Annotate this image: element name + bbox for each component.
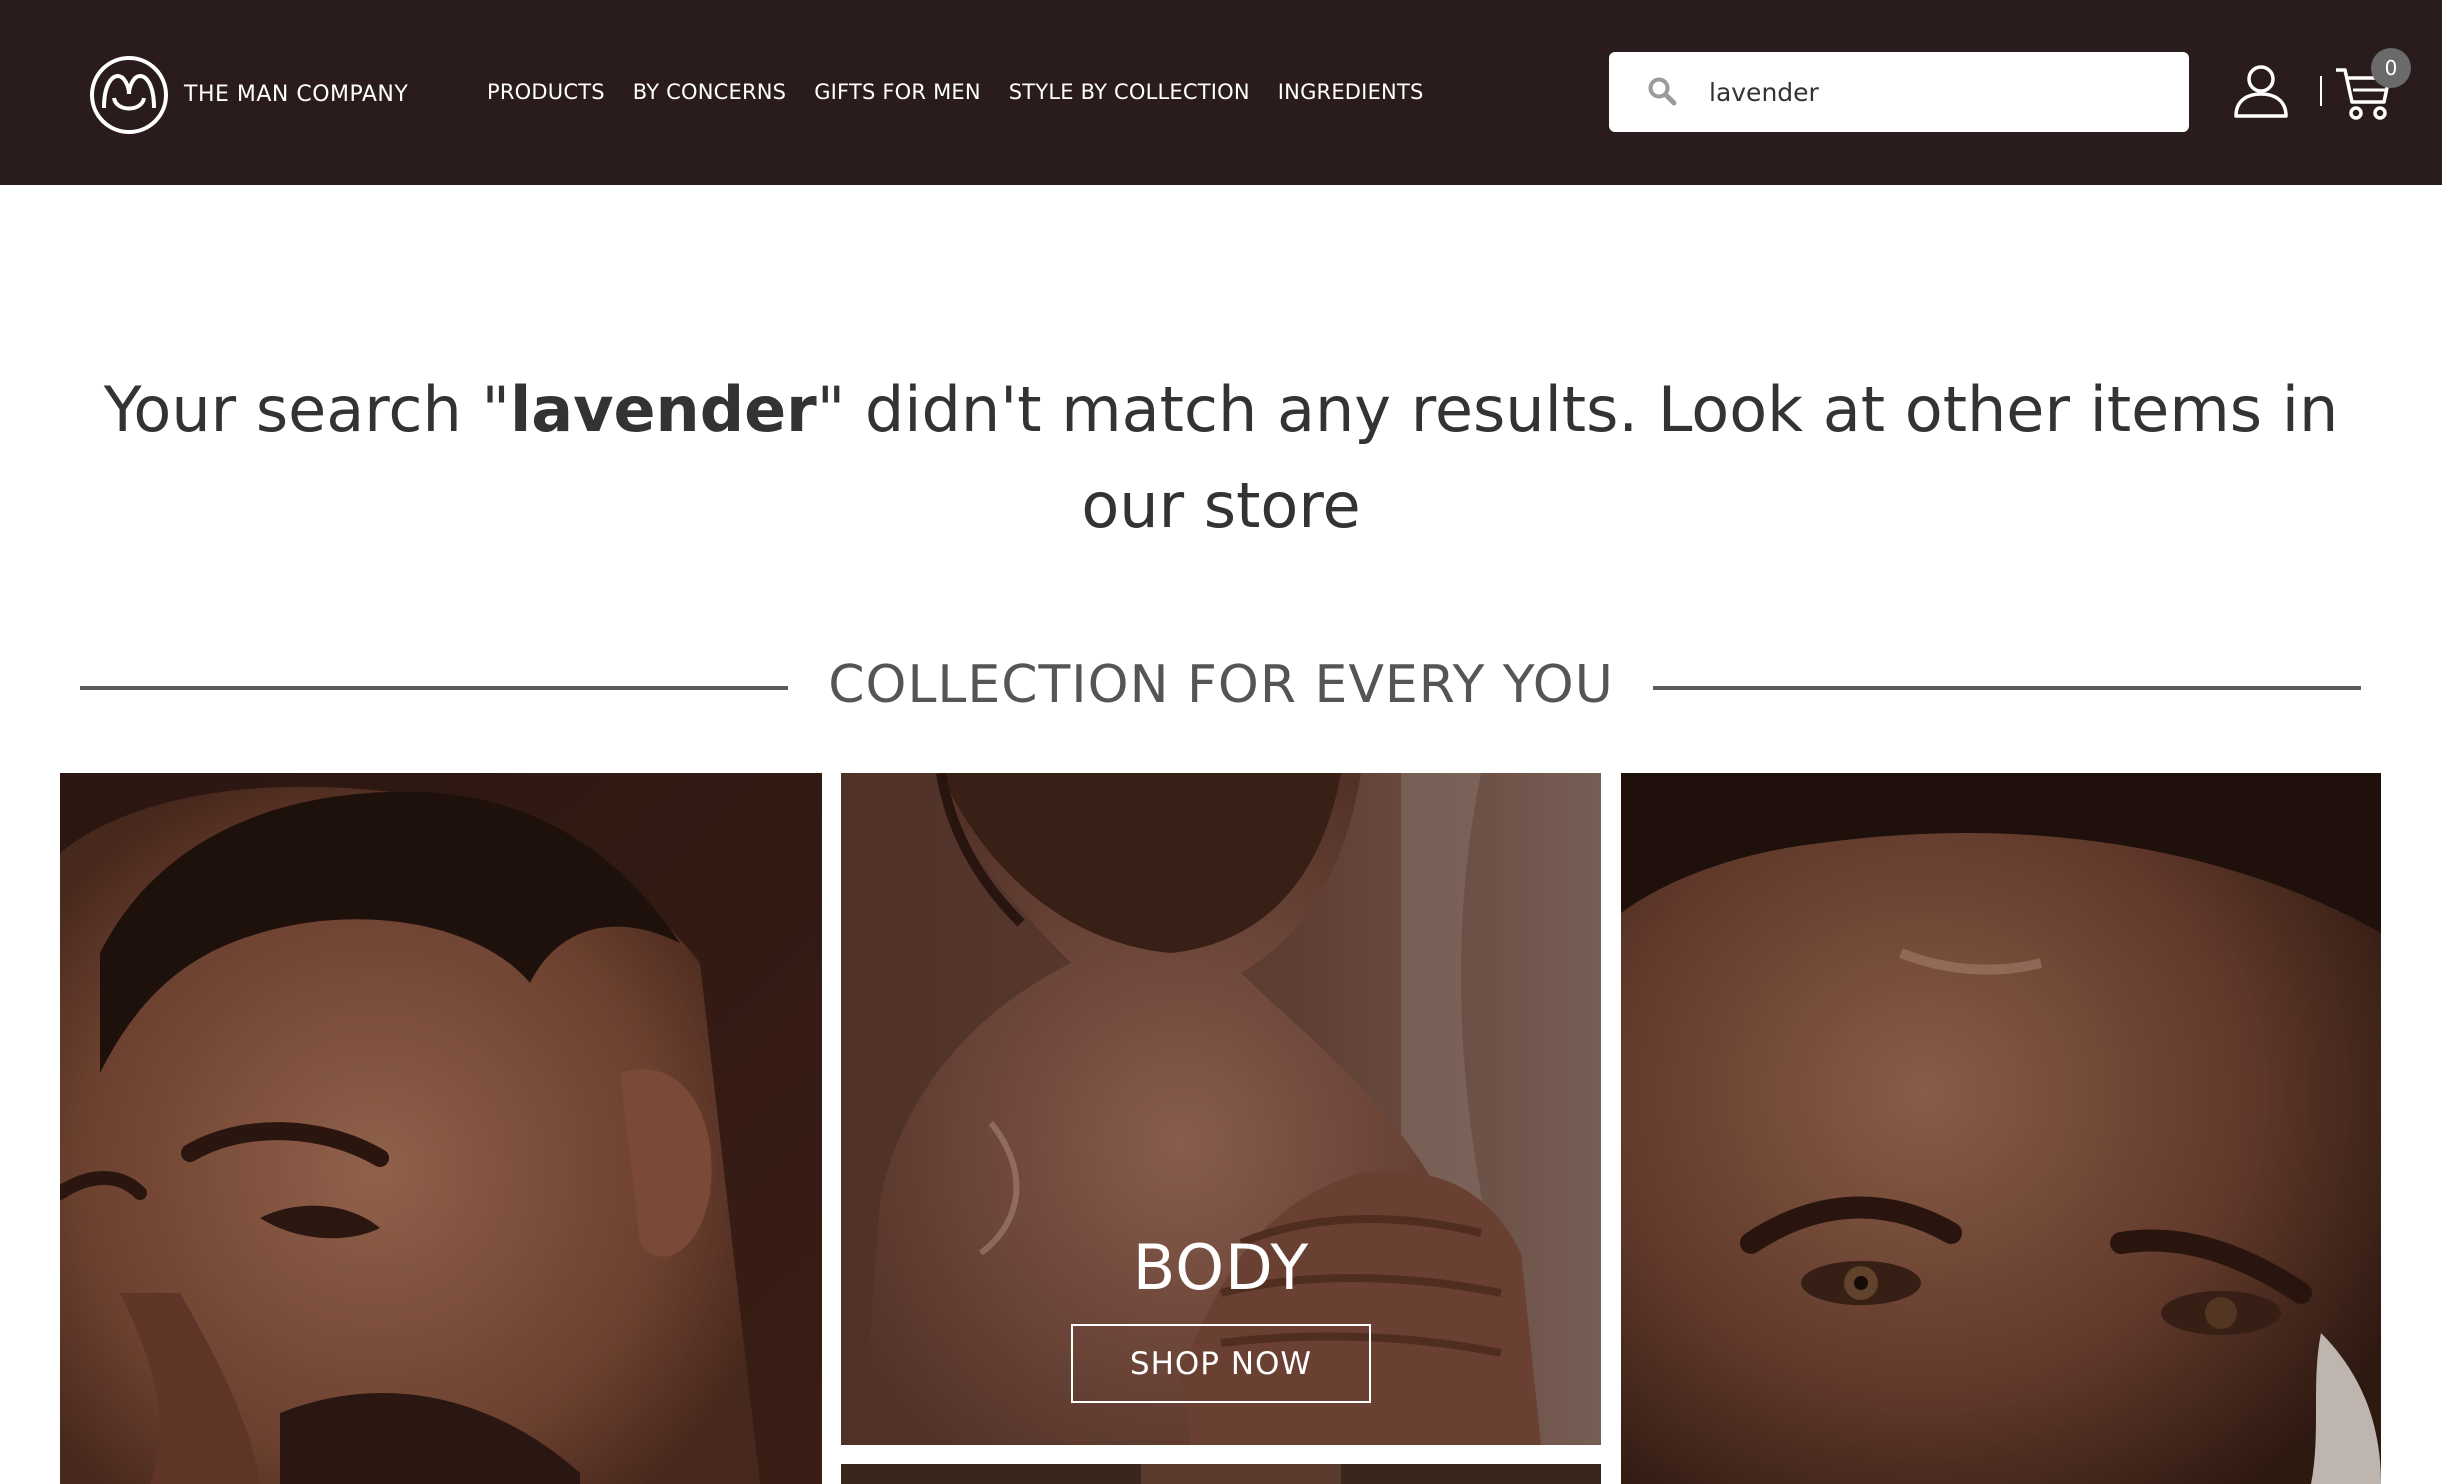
- brand-name[interactable]: THE MAN COMPANY: [184, 82, 408, 107]
- search-box[interactable]: [1609, 52, 2189, 132]
- account-icon[interactable]: [2232, 62, 2290, 120]
- collection-label-body: BODY: [1132, 1231, 1310, 1304]
- section-divider-right: [1653, 686, 2361, 690]
- site-header: THE MAN COMPANY PRODUCTS BY CONCERNS GIF…: [0, 0, 2442, 185]
- search-query: lavender: [510, 373, 817, 446]
- nav-item-products[interactable]: PRODUCTS: [487, 80, 605, 104]
- search-input[interactable]: [1709, 66, 2159, 118]
- collection-tile-body[interactable]: BODY SHOP NOW: [841, 773, 1601, 1445]
- section-title: COLLECTION FOR EVERY YOU: [828, 655, 1614, 715]
- nav-item-ingredients[interactable]: INGREDIENTS: [1278, 80, 1424, 104]
- nav-item-gifts-for-men[interactable]: GIFTS FOR MEN: [814, 80, 981, 104]
- cart-count-badge[interactable]: 0: [2371, 48, 2411, 88]
- message-prefix: Your search ": [103, 373, 510, 446]
- search-icon[interactable]: [1647, 76, 1677, 106]
- message-suffix: " didn't match any results. Look at othe…: [816, 373, 2339, 542]
- collection-tile-1[interactable]: [60, 773, 822, 1484]
- nav-item-by-concerns[interactable]: BY CONCERNS: [633, 80, 786, 104]
- nav-item-style-by-collection[interactable]: STYLE BY COLLECTION: [1009, 80, 1250, 104]
- collection-image-1: [60, 773, 822, 1484]
- header-divider: [2320, 76, 2322, 106]
- main-nav: PRODUCTS BY CONCERNS GIFTS FOR MEN STYLE…: [487, 80, 1424, 104]
- collection-tile-4[interactable]: [841, 1464, 1601, 1484]
- no-results-message: Your search "lavender" didn't match any …: [60, 362, 2382, 554]
- collection-tile-3[interactable]: [1621, 773, 2381, 1484]
- collection-image-3: [1621, 773, 2381, 1484]
- section-divider-left: [80, 686, 788, 690]
- shop-now-button[interactable]: SHOP NOW: [1071, 1324, 1371, 1403]
- brand-logo-icon[interactable]: [88, 54, 170, 136]
- collection-image-4: [841, 1464, 1601, 1484]
